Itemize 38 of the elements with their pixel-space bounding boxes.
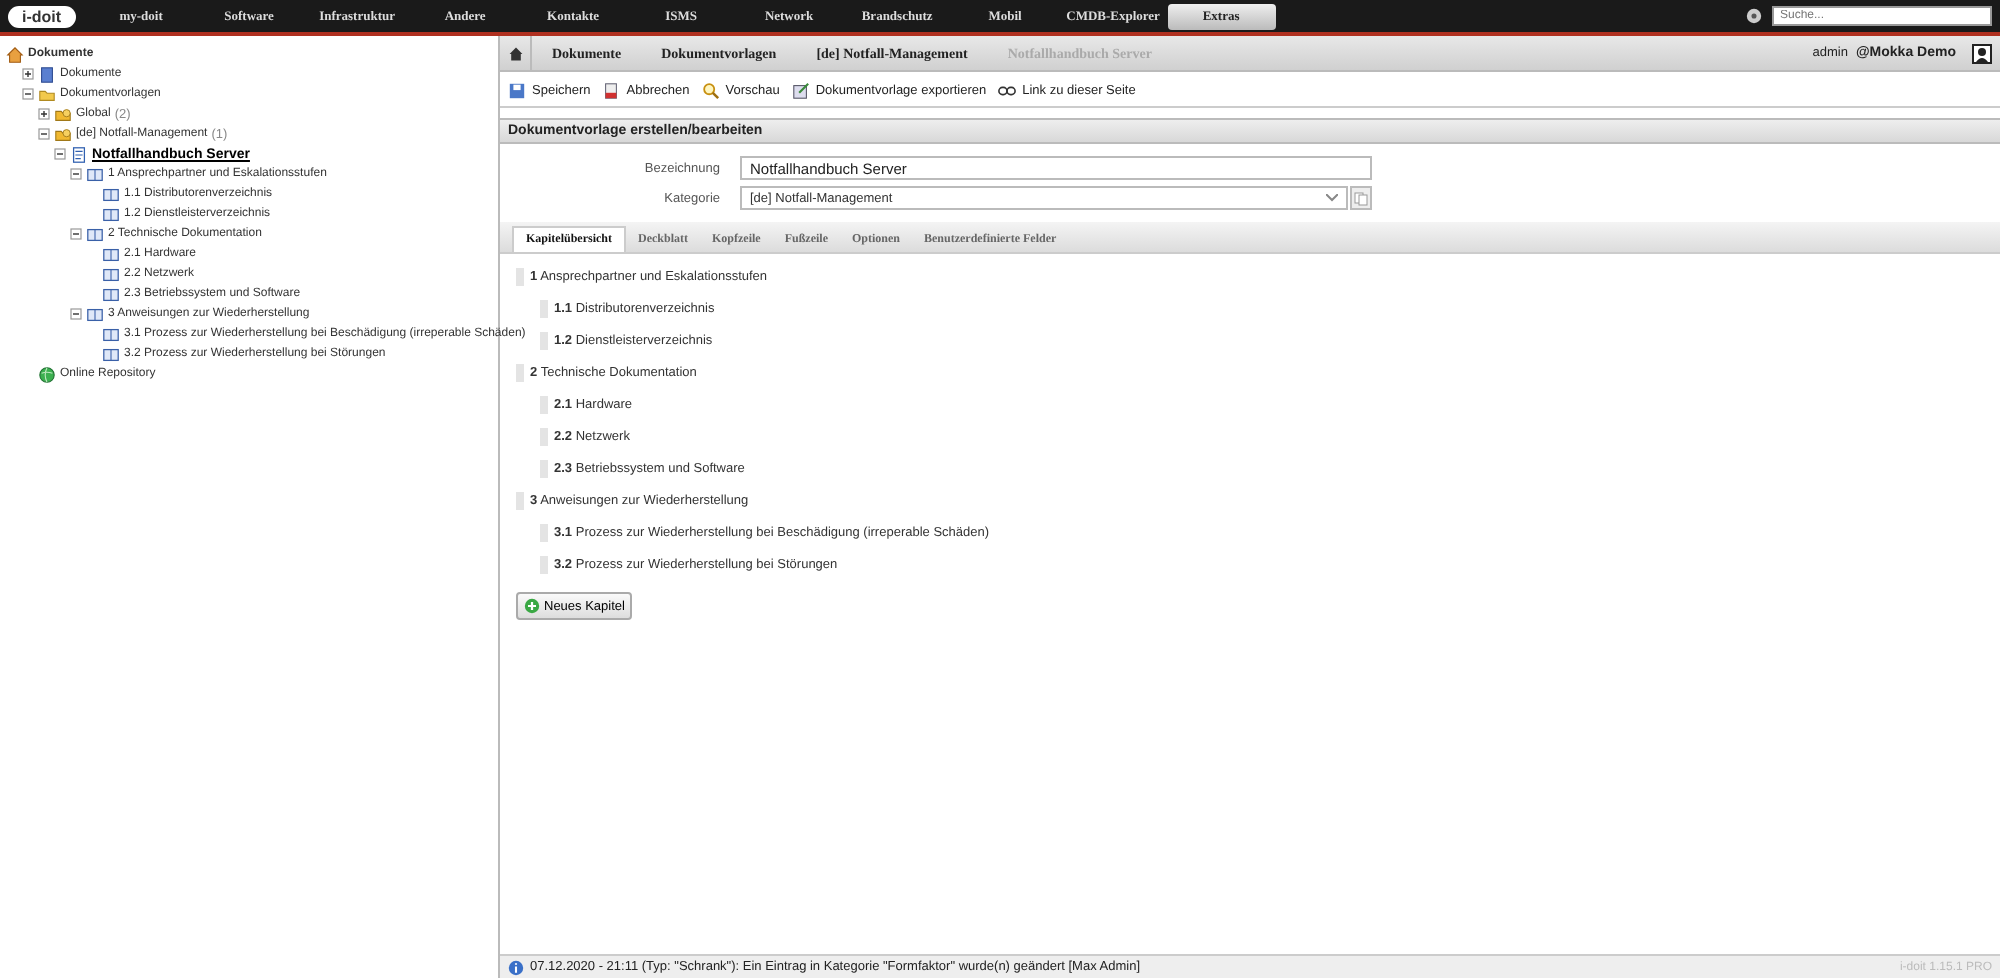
book-icon (86, 305, 104, 323)
expand-toggle[interactable] (22, 68, 34, 80)
settings-icon[interactable] (1746, 8, 1762, 24)
magnifier-icon (701, 81, 720, 99)
link-icon (998, 81, 1017, 99)
book-icon (102, 245, 120, 263)
collapse-toggle[interactable] (70, 168, 82, 180)
home-icon[interactable] (507, 45, 523, 61)
collapse-toggle[interactable] (54, 148, 66, 160)
collapse-toggle[interactable] (70, 308, 82, 320)
book-icon (102, 265, 120, 283)
copy-icon (1354, 191, 1368, 205)
book-icon (86, 225, 104, 243)
book-icon (102, 325, 120, 343)
folder-icon (54, 105, 72, 123)
expand-toggle[interactable] (38, 108, 50, 120)
info-icon (508, 959, 524, 975)
book-icon (102, 285, 120, 303)
caret-icon (1326, 194, 1338, 202)
document-icon (38, 65, 56, 83)
logo[interactable]: i-doit (8, 5, 76, 27)
book-icon (102, 185, 120, 203)
folder-icon (54, 125, 72, 143)
document-icon (70, 145, 88, 163)
document-icon (602, 81, 621, 99)
folder-icon (38, 85, 56, 103)
collapse-toggle[interactable] (38, 128, 50, 140)
book-icon (86, 165, 104, 183)
globe-icon (38, 365, 56, 383)
book-icon (102, 205, 120, 223)
collapse-toggle[interactable] (22, 88, 34, 100)
home-icon (6, 45, 24, 63)
user-icon[interactable] (1972, 43, 1992, 63)
floppy-icon (508, 81, 526, 99)
collapse-toggle[interactable] (70, 228, 82, 240)
plus-icon (524, 598, 540, 614)
export-icon (791, 81, 810, 99)
book-icon (102, 345, 120, 363)
